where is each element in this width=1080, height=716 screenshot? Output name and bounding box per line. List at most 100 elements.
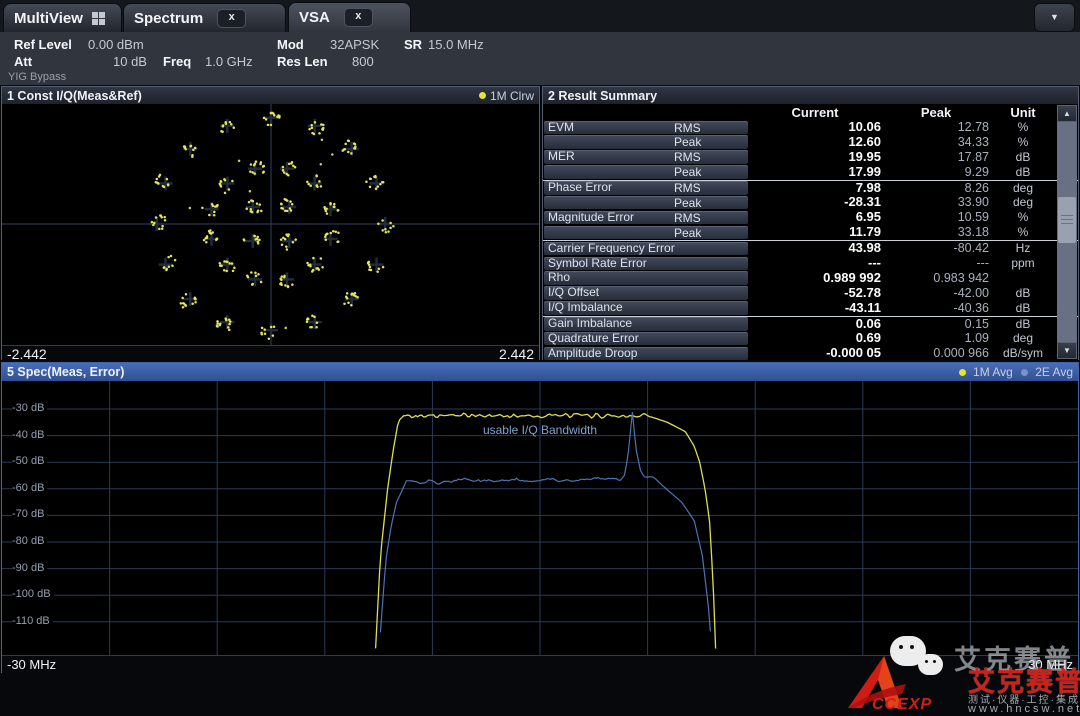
cell-current: --- [749,256,881,271]
table-header-row: Current Peak Unit [543,104,1078,120]
tab-multiview[interactable]: MultiView [3,3,122,32]
row-label: Amplitude Droop [544,347,748,360]
close-icon[interactable]: x [344,8,373,27]
cell-peak: -40.36 [883,301,989,316]
row-label: I/Q Imbalance [544,301,748,315]
constellation-trace-badge[interactable]: 1M Clrw [471,89,534,103]
constellation-window: 1 Const I/Q(Meas&Ref) 1M Clrw -2.442 2.4… [1,86,540,360]
result-summary-header[interactable]: 2 Result Summary [543,87,1078,104]
trace-color-dot [479,92,486,99]
cell-current: 7.98 [749,181,881,196]
y-axis-label: -90 dB [12,562,47,574]
usable-bandwidth-annotation: usable I/Q Bandwidth [2,423,1078,437]
cell-current: -0.000 05 [749,346,881,360]
cell-unit: dB [991,317,1055,332]
trace2-color-dot [1021,369,1028,376]
row-label: Carrier Frequency Error [544,242,748,256]
table-row: Peak17.999.29dB [543,165,1078,180]
constellation-window-header[interactable]: 1 Const I/Q(Meas&Ref) 1M Clrw [2,87,539,104]
x-axis-min-label: -2.442 [7,346,47,362]
table-row: EVMRMS10.0612.78% [543,120,1078,135]
cell-current: -28.31 [749,195,881,210]
cell-unit: % [991,135,1055,150]
cell-peak: -42.00 [883,286,989,301]
cell-current: 17.99 [749,165,881,180]
table-row: Magnitude ErrorRMS6.9510.59% [543,210,1078,225]
cell-current: -43.11 [749,301,881,316]
table-row: Symbol Rate Error------ppm [543,256,1078,271]
mod-value[interactable]: 32APSK [330,37,379,52]
row-sublabel: Peak [674,135,701,150]
spectrum-window-header[interactable]: 5 Spec(Meas, Error) 1M Avg 2E Avg [2,363,1078,381]
result-summary-title: 2 Result Summary [548,89,657,103]
table-row: Carrier Frequency Error43.98-80.42Hz [543,240,1078,256]
cell-peak: 0.000 966 [883,346,989,360]
legend-trace-2-label: 2E Avg [1035,365,1073,379]
row-sublabel: RMS [674,121,701,136]
row-label: Peak [544,165,748,179]
scroll-up-button[interactable]: ▲ [1057,105,1077,122]
tab-vsa[interactable]: VSA x [288,2,411,32]
close-icon[interactable]: x [217,9,246,28]
sr-value[interactable]: 15.0 MHz [428,37,484,52]
table-rows: EVMRMS10.0612.78%Peak12.6034.33%MERRMS19… [543,120,1078,360]
row-label: Peak [544,135,748,149]
cell-peak: 0.983 942 [883,271,989,286]
cell-peak: 33.90 [883,195,989,210]
cell-peak: 33.18 [883,225,989,240]
cell-unit: dB [991,286,1055,301]
tab-multiview-label: MultiView [14,10,83,27]
ref-level-value[interactable]: 0.00 dBm [88,37,144,52]
table-row: Gain Imbalance0.060.15dB [543,316,1078,332]
constellation-plot[interactable] [2,104,539,345]
scrollbar[interactable]: ▲ ▼ [1057,105,1077,359]
freq-value[interactable]: 1.0 GHz [205,54,253,69]
table-row: Phase ErrorRMS7.988.26deg [543,180,1078,196]
sr-label: SR [404,37,422,52]
row-sublabel: Peak [674,165,701,180]
row-label: Gain Imbalance [544,317,748,331]
watermark-url: www.hncsw.net [968,703,1080,715]
cell-unit: ppm [991,256,1055,271]
cell-current: 6.95 [749,210,881,225]
res-len-value[interactable]: 800 [352,54,374,69]
column-header-unit: Unit [991,105,1055,120]
y-axis-label: -100 dB [12,588,54,600]
row-sublabel: Peak [674,226,701,241]
y-axis-label: -60 dB [12,482,47,494]
legend-trace-2[interactable]: 2E Avg [1013,365,1073,379]
table-row: Peak11.7933.18% [543,225,1078,240]
table-row: Amplitude Droop-0.000 050.000 966dB/sym [543,346,1078,360]
cell-current: 0.06 [749,317,881,332]
cell-unit: deg [991,331,1055,346]
cell-unit: dB [991,150,1055,165]
table-row: Rho0.989 9920.983 942 [543,271,1078,286]
cell-peak: 0.15 [883,317,989,332]
table-row: Peak12.6034.33% [543,135,1078,150]
ccexp-text: CCEXP [872,696,932,714]
cell-unit: Hz [991,241,1055,256]
tab-bar: MultiView Spectrum x VSA x ▼ [0,0,1080,32]
table-row: Quadrature Error0.691.09deg [543,331,1078,346]
cell-unit: % [991,210,1055,225]
tab-overflow-button[interactable]: ▼ [1034,3,1075,32]
table-row: I/Q Offset-52.78-42.00dB [543,286,1078,301]
scroll-down-button[interactable]: ▼ [1057,342,1077,359]
y-axis-label: -80 dB [12,535,47,547]
cell-unit: deg [991,181,1055,196]
tab-spectrum[interactable]: Spectrum x [123,3,286,32]
cell-peak: 34.33 [883,135,989,150]
row-label: Phase ErrorRMS [544,181,748,195]
att-value[interactable]: 10 dB [113,54,147,69]
spectrum-plot[interactable]: -30 dB-40 dB-50 dB-60 dB-70 dB-80 dB-90 … [2,381,1078,655]
tab-spectrum-label: Spectrum [134,10,203,27]
legend-trace-1[interactable]: 1M Avg [951,365,1013,379]
cell-current: 0.69 [749,331,881,346]
cell-current: -52.78 [749,286,881,301]
yig-bypass-label: YIG Bypass [8,71,66,83]
scrollbar-thumb[interactable] [1058,197,1076,243]
x-axis-max-label: 2.442 [499,346,534,362]
mod-label: Mod [277,37,304,52]
x-axis-left-label: -30 MHz [7,657,56,672]
table-row: I/Q Imbalance-43.11-40.36dB [543,301,1078,316]
